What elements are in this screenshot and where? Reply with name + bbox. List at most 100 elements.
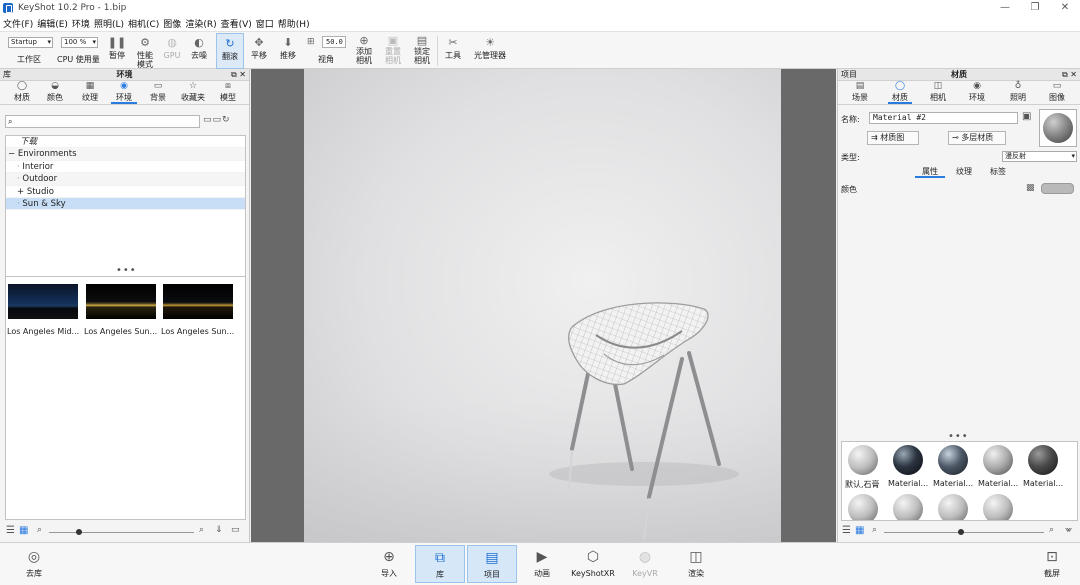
save-material-icon[interactable]: ▣ [1022, 111, 1031, 122]
folder-open-icon[interactable]: ▭ [213, 115, 223, 125]
material-thumb[interactable] [983, 445, 1013, 475]
project-header-controls[interactable]: ⧉ ✕ [1062, 69, 1077, 81]
tree-item-interior[interactable]: · Interior [6, 161, 245, 174]
folder-add-icon[interactable]: ▭ [203, 115, 213, 125]
material-type-select[interactable]: 漫反射 [1002, 151, 1077, 162]
list-view-icon[interactable]: ☰ [6, 525, 15, 536]
zoom-out-icon[interactable]: ⌕ [37, 525, 42, 535]
menu-lighting[interactable]: 照明(L) [94, 17, 124, 30]
pause-button[interactable]: ❚❚ 暂停 [104, 33, 130, 69]
menu-environment[interactable]: 环境 [72, 17, 90, 30]
subtab-properties[interactable]: 属性 [915, 166, 945, 178]
material-thumb[interactable] [848, 445, 878, 475]
grid-view-icon[interactable]: ▦ [855, 525, 864, 536]
folder-icon[interactable]: ▭ [231, 525, 240, 535]
tree-item-studio[interactable]: + Studio [6, 186, 245, 198]
render-image[interactable] [304, 69, 781, 542]
pan-button[interactable]: ✥ 平移 [247, 33, 271, 69]
tree-item-sun-sky[interactable]: · Sun & Sky [6, 197, 245, 211]
import-button[interactable]: ⊕ 导入 [374, 545, 404, 583]
library-toggle-button[interactable]: ⧉ 库 [415, 545, 465, 583]
zoom-select[interactable]: 100 % [61, 37, 98, 48]
menu-file[interactable]: 文件(F) [3, 17, 33, 30]
zoom-out-icon[interactable]: ⌕ [872, 525, 877, 535]
denoise-button[interactable]: ◐ 去噪 [186, 33, 212, 69]
menu-camera[interactable]: 相机(C) [128, 17, 159, 30]
tab-camera[interactable]: ◫ 相机 [927, 82, 949, 104]
menu-window[interactable]: 窗口 [256, 17, 274, 30]
splitter-handle[interactable]: ••• [116, 265, 137, 276]
material-thumb[interactable] [893, 494, 923, 520]
cloud-library-button[interactable]: ◎ 去库 [20, 545, 48, 583]
subtab-textures[interactable]: 纹理 [951, 166, 977, 178]
tab-favorites[interactable]: ☆ 收藏夹 [178, 82, 208, 104]
tree-item-outdoor[interactable]: · Outdoor [6, 173, 245, 186]
material-name-input[interactable]: Material #2 [869, 112, 1018, 124]
menu-render[interactable]: 渲染(R) [185, 17, 216, 30]
grid-view-icon[interactable]: ▦ [19, 525, 28, 536]
keyvr-button[interactable]: ◍ KeyVR [628, 545, 662, 583]
tab-environments[interactable]: ◉ 环境 [111, 82, 137, 104]
material-thumb[interactable] [983, 494, 1013, 520]
minimize-button[interactable]: — [990, 0, 1020, 16]
render-button[interactable]: ◫ 渲染 [680, 545, 712, 583]
screenshot-button[interactable]: ⊡ 截屏 [1036, 545, 1068, 583]
folder-tools[interactable]: ▭▭↻ [203, 115, 231, 125]
material-thumb[interactable] [938, 445, 968, 475]
workspace-select[interactable]: Startup [8, 37, 53, 48]
tab-scene[interactable]: ▤ 场景 [849, 82, 871, 104]
animation-button[interactable]: ▶ 动画 [527, 545, 557, 583]
tab-colors[interactable]: ◒ 颜色 [43, 82, 67, 104]
multi-material-button[interactable]: ⊸ 多层材质 [948, 131, 1006, 145]
thumbnail-la-midnight[interactable] [8, 284, 78, 319]
tab-lighting[interactable]: ♁ 照明 [1007, 82, 1029, 104]
menu-image[interactable]: 图像 [163, 17, 181, 30]
slider-knob[interactable] [958, 529, 964, 535]
texture-map-icon[interactable]: ▩ [1026, 183, 1035, 193]
material-thumb[interactable] [938, 494, 968, 520]
tumble-button[interactable]: ↻ 翻滚 [216, 33, 244, 69]
close-button[interactable]: ✕ [1050, 0, 1080, 16]
menu-help[interactable]: 帮助(H) [278, 17, 310, 30]
tree-item-environments[interactable]: − Environments [6, 148, 245, 161]
maximize-button[interactable]: ❐ [1020, 0, 1050, 16]
fov-input[interactable]: 50.0 [322, 36, 346, 48]
performance-mode-button[interactable]: ⚙ 性能 模式 [132, 33, 158, 70]
thumbnail-la-sunset-2[interactable] [163, 284, 233, 319]
list-view-icon[interactable]: ☰ [842, 525, 851, 536]
thumbnail-size-slider[interactable] [884, 532, 1044, 533]
material-preview[interactable] [1039, 109, 1077, 147]
add-camera-button[interactable]: ⊕ 添加 相机 [352, 33, 376, 69]
tools-button[interactable]: ✂ 工具 [441, 33, 465, 69]
light-manager-button[interactable]: ☀ 光管理器 [470, 33, 510, 69]
thumbnail-size-slider[interactable] [49, 532, 194, 533]
tab-material[interactable]: ◯ 材质 [888, 82, 912, 104]
material-thumb[interactable] [893, 445, 923, 475]
lock-camera-button[interactable]: ▤ 锁定 相机 [410, 33, 434, 69]
material-thumb[interactable] [848, 494, 878, 520]
material-thumb[interactable] [1028, 445, 1058, 475]
slider-knob[interactable] [76, 529, 82, 535]
menu-view[interactable]: 查看(V) [221, 17, 252, 30]
gpu-button[interactable]: ◍ GPU [160, 33, 184, 69]
refresh-icon[interactable]: ↻ [222, 115, 231, 125]
subtab-labels[interactable]: 标签 [985, 166, 1011, 178]
tree-item-downloads[interactable]: 下载 [6, 136, 245, 149]
material-graph-button[interactable]: ⇉ 材质图 [867, 131, 919, 145]
library-search-input[interactable]: ⌕ [5, 115, 200, 128]
filter-icon[interactable]: ⩖ [1065, 525, 1072, 535]
tab-backplates[interactable]: ▭ 背景 [146, 82, 170, 104]
library-header-controls[interactable]: ⧉ ✕ [231, 69, 246, 81]
project-toggle-button[interactable]: ▤ 项目 [467, 545, 517, 583]
tab-image[interactable]: ▭ 图像 [1046, 82, 1068, 104]
tab-materials[interactable]: ◯ 材质 [10, 82, 34, 104]
thumbnail-la-sunset-1[interactable] [86, 284, 156, 319]
tab-textures[interactable]: ▦ 纹理 [78, 82, 102, 104]
download-icon[interactable]: ⇓ [215, 525, 223, 535]
dolly-button[interactable]: ⬇ 推移 [275, 33, 301, 69]
zoom-in-icon[interactable]: ⌕ [1049, 525, 1054, 535]
menu-edit[interactable]: 编辑(E) [37, 17, 68, 30]
tab-models[interactable]: ⧈ 模型 [216, 82, 240, 104]
keyshotxr-button[interactable]: ⬡ KeyShotXR [569, 545, 617, 583]
tab-environment[interactable]: ◉ 环境 [966, 82, 988, 104]
